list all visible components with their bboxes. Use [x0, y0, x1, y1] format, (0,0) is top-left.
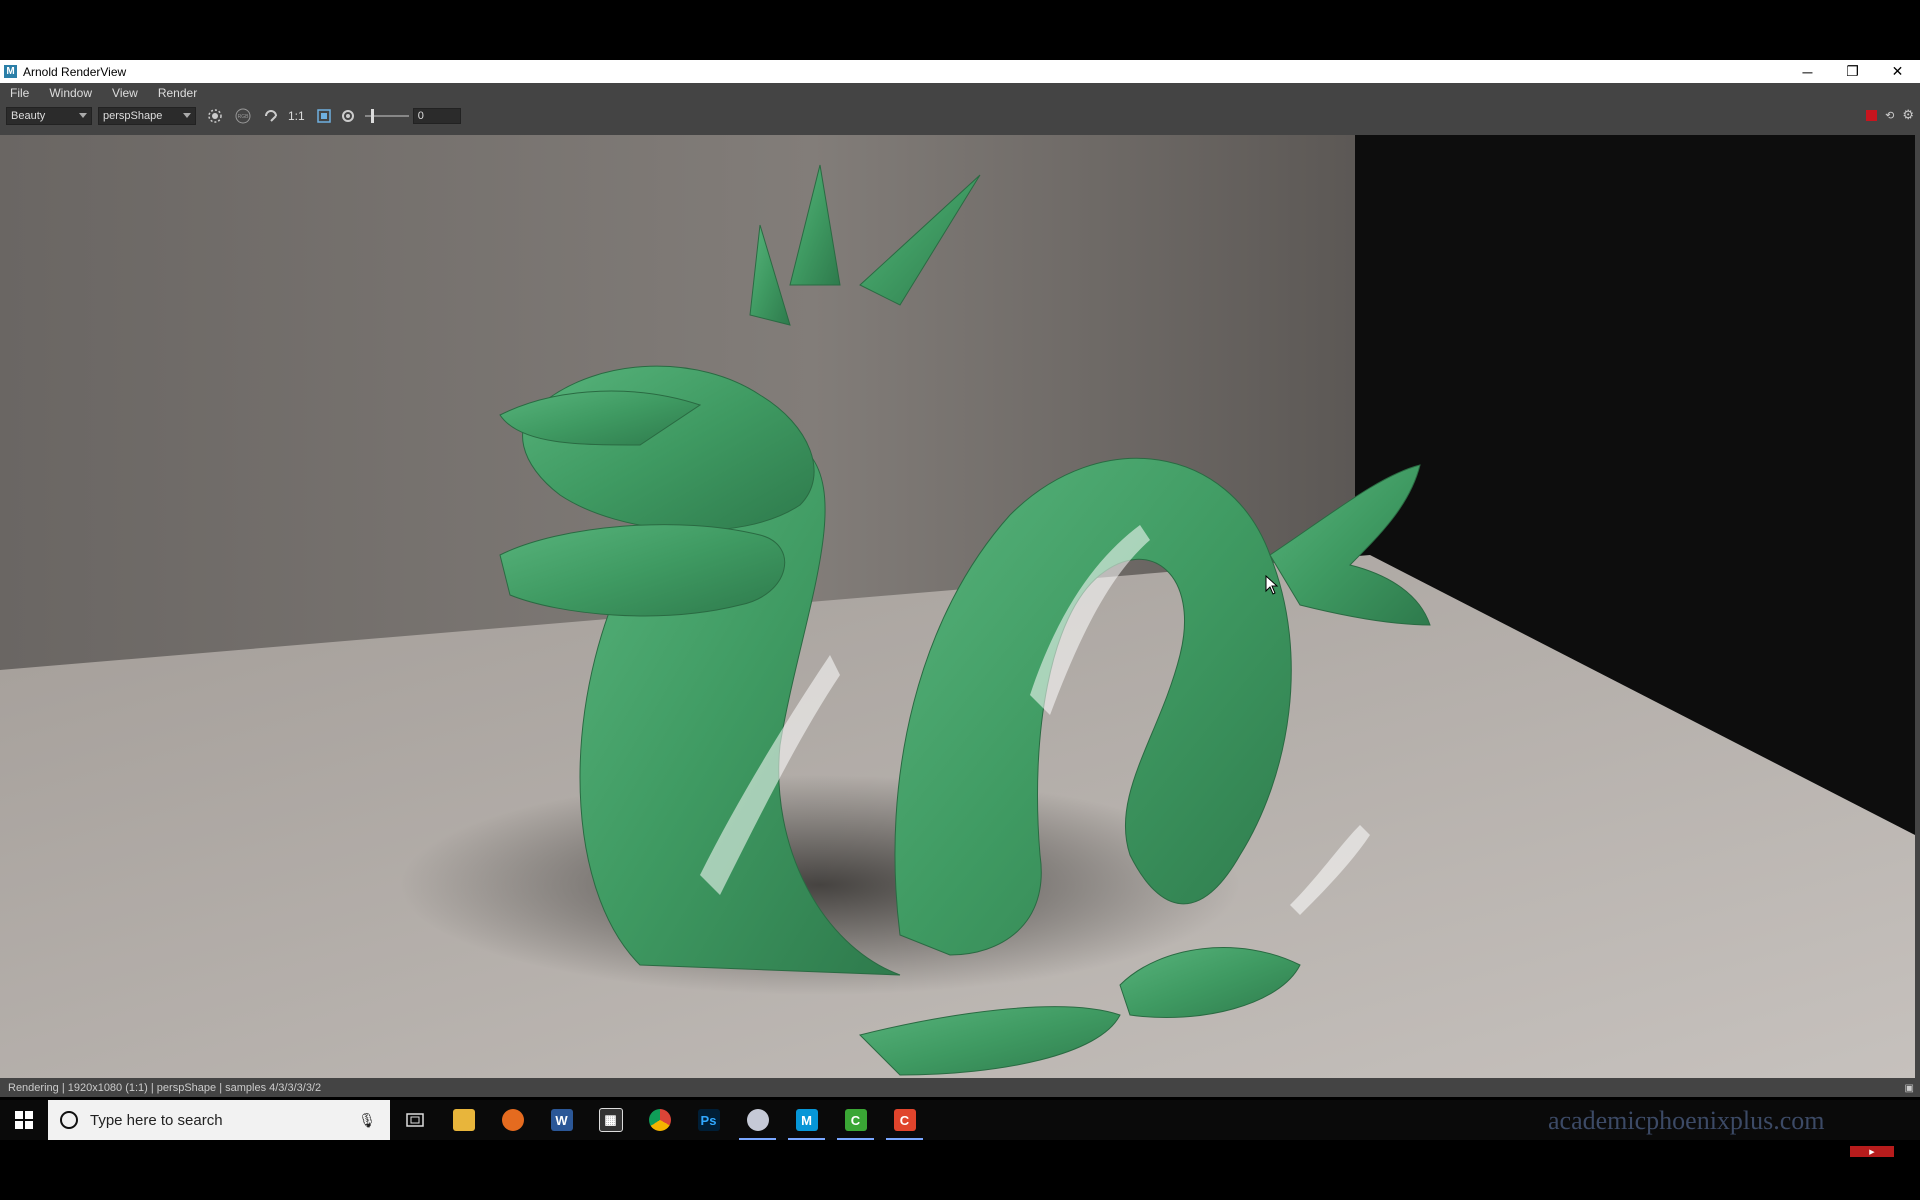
- task-view-button[interactable]: [390, 1100, 439, 1140]
- exposure-slider[interactable]: [364, 107, 409, 125]
- restore-button[interactable]: ❐: [1830, 60, 1875, 83]
- photoshop-icon[interactable]: Ps: [684, 1100, 733, 1140]
- maya-icon[interactable]: M: [782, 1100, 831, 1140]
- window-title: Arnold RenderView: [23, 64, 127, 79]
- gear-icon[interactable]: ⚙: [1902, 107, 1914, 123]
- snapshot-icon[interactable]: ▣: [1905, 1083, 1914, 1094]
- toolbar: Beauty perspShape RGB 1:1 0 ⟲ ⚙: [0, 103, 1920, 129]
- file-explorer-icon[interactable]: [439, 1100, 488, 1140]
- frame-icon[interactable]: [315, 107, 333, 125]
- svg-text:RGB: RGB: [238, 114, 250, 120]
- windows-start-button[interactable]: [0, 1100, 48, 1140]
- zoom-one-to-one-button[interactable]: 1:1: [288, 109, 305, 123]
- camtasia-recorder-icon[interactable]: C: [831, 1100, 880, 1140]
- chevron-down-icon: [79, 113, 87, 118]
- render-region-icon[interactable]: [206, 107, 224, 125]
- render-viewport[interactable]: [0, 135, 1915, 1078]
- exposure-slider-thumb[interactable]: [371, 109, 375, 123]
- watermark: academicphoenixplus.com: [1548, 1106, 1825, 1135]
- chrome-icon[interactable]: [635, 1100, 684, 1140]
- stop-render-button[interactable]: [1866, 109, 1878, 121]
- exposure-icon[interactable]: [339, 107, 357, 125]
- calculator-icon[interactable]: ▦: [586, 1100, 635, 1140]
- ipr-icon[interactable]: ⟲: [1885, 109, 1894, 122]
- camera-dropdown-value: perspShape: [103, 110, 163, 122]
- viewer-app-icon[interactable]: [733, 1100, 782, 1140]
- menu-file[interactable]: File: [0, 86, 39, 100]
- menu-bar: File Window View Render: [0, 83, 1920, 103]
- minimize-button[interactable]: ─: [1785, 60, 1830, 83]
- status-bar: Rendering | 1920x1080 (1:1) | perspShape…: [0, 1079, 1920, 1097]
- camera-dropdown[interactable]: perspShape: [98, 107, 196, 125]
- subscribe-badge[interactable]: ▶: [1850, 1146, 1894, 1157]
- search-placeholder: Type here to search: [90, 1111, 223, 1129]
- menu-view[interactable]: View: [102, 86, 148, 100]
- chevron-down-icon: [183, 113, 191, 118]
- mouse-cursor-icon: [1265, 575, 1279, 595]
- menu-render[interactable]: Render: [148, 86, 207, 100]
- toolbar-right: ⟲ ⚙: [1866, 107, 1914, 123]
- microphone-icon[interactable]: 🎙: [358, 1112, 376, 1129]
- renderview-window: M Arnold RenderView ─ ❐ ✕ File Window Vi…: [0, 60, 1920, 1097]
- cortana-icon: [60, 1111, 78, 1129]
- firefox-icon[interactable]: [488, 1100, 537, 1140]
- render-image: [0, 135, 1915, 1078]
- close-button[interactable]: ✕: [1875, 60, 1920, 83]
- aov-dropdown-value: Beauty: [11, 110, 46, 122]
- exposure-field[interactable]: 0: [412, 108, 461, 124]
- maya-app-icon: M: [4, 65, 17, 78]
- taskbar-search-box[interactable]: Type here to search 🎙: [48, 1100, 390, 1140]
- menu-window[interactable]: Window: [39, 86, 102, 100]
- refresh-icon[interactable]: [262, 107, 280, 125]
- title-bar: M Arnold RenderView ─ ❐ ✕: [0, 60, 1920, 83]
- rgb-channel-icon[interactable]: RGB: [234, 107, 252, 125]
- camtasia-icon[interactable]: C: [880, 1100, 929, 1140]
- word-icon[interactable]: W: [537, 1100, 586, 1140]
- status-text: Rendering | 1920x1080 (1:1) | perspShape…: [8, 1082, 322, 1094]
- aov-dropdown[interactable]: Beauty: [6, 107, 92, 125]
